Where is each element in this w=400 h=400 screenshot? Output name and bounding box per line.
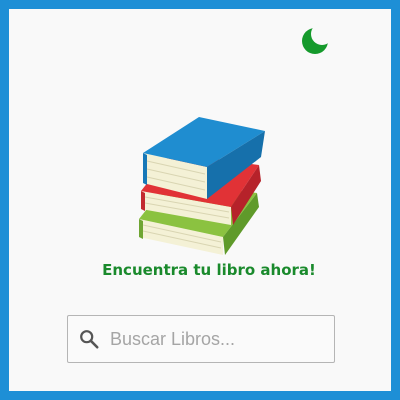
search-icon (80, 330, 99, 349)
crescent-moon-icon (302, 28, 328, 54)
search-box[interactable] (67, 315, 335, 363)
theme-toggle-button[interactable] (298, 23, 334, 59)
app-frame: Encuentra tu libro ahora! (0, 0, 400, 400)
stacked-books-logo (139, 117, 265, 255)
tagline: Encuentra tu libro ahora! (102, 261, 316, 279)
search-input[interactable] (110, 319, 334, 359)
